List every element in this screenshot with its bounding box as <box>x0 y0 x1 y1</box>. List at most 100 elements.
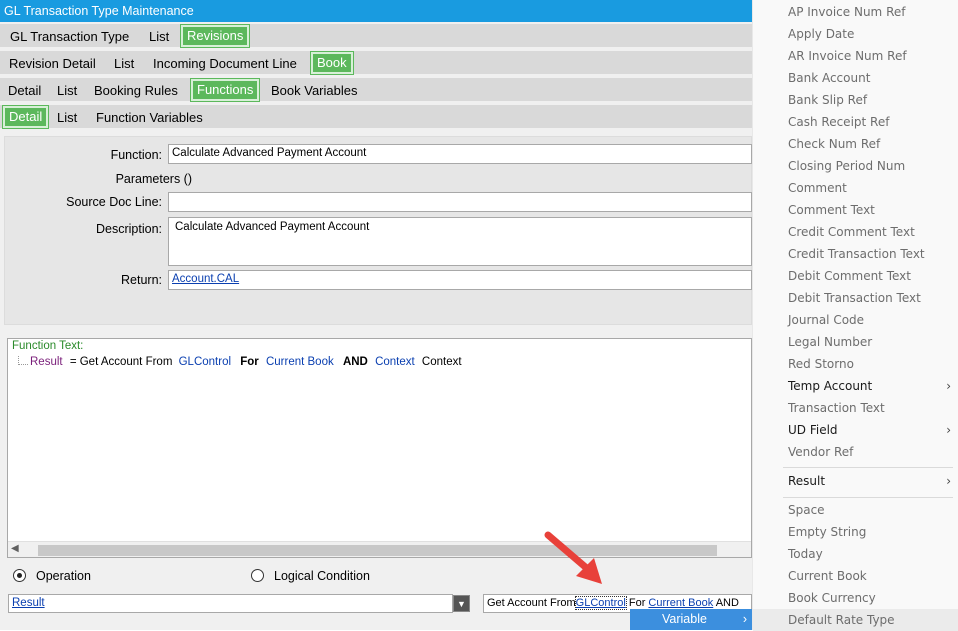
menu-item-bank-slip-ref[interactable]: Bank Slip Ref <box>753 89 958 111</box>
tab-revision-detail[interactable]: Revision Detail <box>9 51 96 76</box>
tab-incoming-document-line[interactable]: Incoming Document Line <box>153 51 297 76</box>
menu-item-check-num-ref[interactable]: Check Num Ref <box>753 133 958 155</box>
scroll-left-icon[interactable]: ◀ <box>11 543 19 554</box>
menu-item-vendor-ref[interactable]: Vendor Ref <box>753 441 958 463</box>
horizontal-scrollbar[interactable]: ◀ <box>8 541 751 557</box>
menu-item-label: Today <box>788 547 823 561</box>
menu-item-debit-transaction-text[interactable]: Debit Transaction Text <box>753 287 958 309</box>
menu-item-ap-invoice-num-ref[interactable]: AP Invoice Num Ref <box>753 1 958 23</box>
tab-detail[interactable]: Detail <box>8 78 41 103</box>
menu-item-comment-text[interactable]: Comment Text <box>753 199 958 221</box>
description-field[interactable]: Calculate Advanced Payment Account <box>168 217 752 266</box>
tab-book[interactable]: Book <box>310 51 354 75</box>
tab-list[interactable]: List <box>114 51 134 76</box>
operation-label: Operation <box>36 569 91 583</box>
result-selector[interactable]: Result <box>8 594 453 613</box>
tabrow-level-1: GL Transaction Type List Revisions <box>0 24 752 49</box>
return-field[interactable]: Account.CAL <box>168 270 752 290</box>
dropdown-arrow-icon[interactable]: ▼ <box>453 595 470 612</box>
menu-item-apply-date[interactable]: Apply Date <box>753 23 958 45</box>
tab-function-variables[interactable]: Function Variables <box>96 105 203 130</box>
menu-item-space[interactable]: Space <box>753 499 958 521</box>
menu-item-label: AP Invoice Num Ref <box>788 5 906 19</box>
menu-item-label: Comment Text <box>788 203 875 217</box>
tab-gl-transaction-type[interactable]: GL Transaction Type <box>10 24 129 49</box>
chevron-right-icon: › <box>742 612 747 626</box>
function-text-editor[interactable]: Function Text: Result = Get Account From… <box>7 338 752 558</box>
main-window: GL Transaction Type Maintenance GL Trans… <box>0 0 753 630</box>
context-token[interactable]: Context <box>375 356 415 368</box>
return-label: Return: <box>121 273 162 287</box>
variable-submenu: AP Invoice Num Ref Apply Date AR Invoice N… <box>752 0 958 631</box>
glcontrol-link[interactable]: GLControl <box>574 596 627 610</box>
tab-list[interactable]: List <box>149 24 169 49</box>
menu-item-bank-account[interactable]: Bank Account <box>753 67 958 89</box>
menu-item-label: Space <box>788 503 825 517</box>
tabrow-level-4: Detail List Function Variables <box>0 105 752 130</box>
source-doc-line-label: Source Doc Line: <box>66 195 162 209</box>
menu-item-label: Apply Date <box>788 27 855 41</box>
expression-prefix: Get Account From <box>487 597 576 609</box>
menu-item-book-currency[interactable]: Book Currency <box>753 587 958 609</box>
menu-item-label: Vendor Ref <box>788 445 854 459</box>
tab-booking-rules[interactable]: Booking Rules <box>94 78 178 103</box>
glcontrol-token[interactable]: GLControl <box>179 356 231 368</box>
menu-item-label: Debit Comment Text <box>788 269 911 283</box>
function-field[interactable]: Calculate Advanced Payment Account <box>168 144 752 164</box>
scroll-thumb[interactable] <box>38 545 717 556</box>
menu-item-journal-code[interactable]: Journal Code <box>753 309 958 331</box>
tree-connector <box>18 356 28 365</box>
menu-item-credit-comment-text[interactable]: Credit Comment Text <box>753 221 958 243</box>
context-text: Context <box>421 356 462 368</box>
menu-item-label: Legal Number <box>788 335 873 349</box>
menu-item-temp-account[interactable]: Temp Account › <box>753 375 958 397</box>
menu-item-ar-invoice-num-ref[interactable]: AR Invoice Num Ref <box>753 45 958 67</box>
menu-item-today[interactable]: Today <box>753 543 958 565</box>
menu-item-label: UD Field <box>788 423 838 437</box>
function-label: Function: <box>110 148 162 162</box>
tab-functions[interactable]: Functions <box>189 78 261 102</box>
menu-item-default-rate-type[interactable]: Default Rate Type <box>753 609 958 631</box>
function-statement-line[interactable]: Result = Get Account From GLControl For … <box>18 356 462 368</box>
menu-item-empty-string[interactable]: Empty String <box>753 521 958 543</box>
menu-item-label: Red Storno <box>788 357 854 371</box>
menu-item-red-storno[interactable]: Red Storno <box>753 353 958 375</box>
menu-item-legal-number[interactable]: Legal Number <box>753 331 958 353</box>
parameters-label: Parameters () <box>115 172 192 186</box>
menu-separator <box>783 497 953 498</box>
menu-item-closing-period-num[interactable]: Closing Period Num <box>753 155 958 177</box>
menu-item-label: Current Book <box>788 569 867 583</box>
menu-item-label: Debit Transaction Text <box>788 291 921 305</box>
menu-item-label: Journal Code <box>788 313 865 327</box>
source-doc-line-field[interactable] <box>168 192 752 212</box>
chevron-right-icon: › <box>946 379 951 393</box>
variable-menu-item[interactable]: Variable › <box>630 609 753 630</box>
menu-item-transaction-text[interactable]: Transaction Text <box>753 397 958 419</box>
menu-item-credit-transaction-text[interactable]: Credit Transaction Text <box>753 243 958 265</box>
variable-label: Variable <box>662 612 707 626</box>
tab-detail[interactable]: Detail <box>1 105 50 129</box>
current-book-link[interactable]: Current Book <box>648 597 713 609</box>
menu-item-label: Bank Account <box>788 71 871 85</box>
menu-item-label: Bank Slip Ref <box>788 93 868 107</box>
tab-list[interactable]: List <box>57 78 77 103</box>
menu-item-cash-receipt-ref[interactable]: Cash Receipt Ref <box>753 111 958 133</box>
menu-item-current-book[interactable]: Current Book <box>753 565 958 587</box>
menu-item-label: Default Rate Type <box>788 613 895 627</box>
logical-condition-radio[interactable] <box>251 569 264 582</box>
tab-book-variables[interactable]: Book Variables <box>271 78 357 103</box>
menu-item-label: Empty String <box>788 525 867 539</box>
description-label: Description: <box>96 222 162 236</box>
chevron-right-icon: › <box>946 474 951 488</box>
operation-radio[interactable] <box>13 569 26 582</box>
tab-revisions[interactable]: Revisions <box>179 24 251 48</box>
menu-item-comment[interactable]: Comment <box>753 177 958 199</box>
expression-and: AND <box>715 597 739 609</box>
menu-item-label: Credit Transaction Text <box>788 247 925 261</box>
result-variable[interactable]: Result <box>30 356 63 368</box>
menu-item-result[interactable]: Result › <box>753 470 958 492</box>
menu-item-ud-field[interactable]: UD Field › <box>753 419 958 441</box>
tab-list[interactable]: List <box>57 105 77 130</box>
current-book-token[interactable]: Current Book <box>266 356 334 368</box>
menu-item-debit-comment-text[interactable]: Debit Comment Text <box>753 265 958 287</box>
